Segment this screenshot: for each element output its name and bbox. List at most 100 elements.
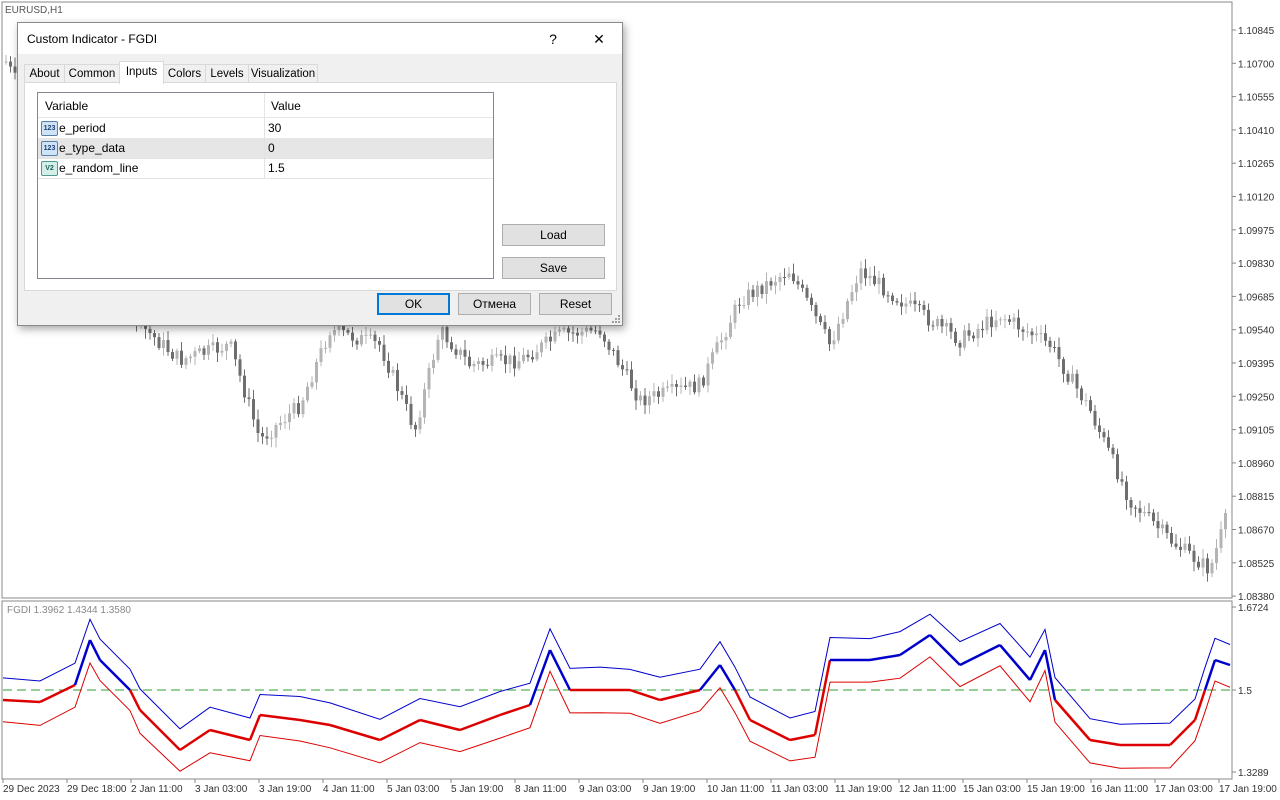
tab-inputs[interactable]: Inputs bbox=[119, 61, 164, 84]
candle-body bbox=[387, 360, 390, 373]
price-label: 1.09105 bbox=[1238, 426, 1275, 437]
candle-body bbox=[504, 355, 507, 365]
table-row[interactable]: 123 e_period 30 bbox=[38, 118, 493, 139]
candle-body bbox=[220, 350, 224, 353]
candle-body bbox=[1053, 346, 1056, 348]
price-label: 1.10265 bbox=[1238, 159, 1275, 170]
candle-body bbox=[558, 329, 561, 332]
candle-body bbox=[1134, 507, 1137, 509]
price-label: 1.08670 bbox=[1238, 526, 1275, 537]
candle-body bbox=[1206, 558, 1209, 574]
candle-body bbox=[337, 326, 341, 331]
candle-body bbox=[774, 281, 777, 286]
candle-body bbox=[441, 327, 444, 340]
candle-body bbox=[990, 316, 993, 328]
candle-body bbox=[1210, 562, 1214, 574]
candle-body bbox=[157, 337, 161, 348]
candle-body bbox=[670, 384, 674, 387]
tab-visualization[interactable]: Visualization bbox=[248, 64, 318, 83]
tab-levels[interactable]: Levels bbox=[205, 64, 249, 83]
candle-body bbox=[873, 275, 876, 285]
variable-value[interactable]: 1.5 bbox=[268, 161, 285, 175]
help-button[interactable]: ? bbox=[534, 27, 572, 51]
cancel-button[interactable]: Отмена bbox=[458, 293, 531, 315]
candle-body bbox=[742, 305, 746, 307]
candle-body bbox=[234, 341, 237, 360]
candle-body bbox=[1021, 329, 1025, 332]
candle-body bbox=[544, 336, 548, 343]
ok-button[interactable]: OK bbox=[377, 293, 450, 315]
candle-body bbox=[1188, 543, 1191, 551]
candle-body bbox=[1224, 512, 1227, 530]
candle-body bbox=[1030, 331, 1034, 336]
tab-common[interactable]: Common bbox=[64, 64, 120, 83]
candle-body bbox=[315, 361, 318, 383]
tab-about[interactable]: About bbox=[24, 64, 65, 83]
candle-body bbox=[891, 295, 894, 302]
candle-body bbox=[855, 283, 858, 293]
candle-body bbox=[949, 323, 953, 332]
candle-body bbox=[391, 369, 395, 373]
candle-body bbox=[594, 330, 597, 332]
candle-body bbox=[265, 436, 269, 439]
candle-body bbox=[702, 377, 705, 386]
candle-body bbox=[261, 433, 264, 437]
candle-body bbox=[931, 325, 935, 327]
candle-body bbox=[522, 354, 525, 362]
candle-body bbox=[828, 329, 831, 345]
candle-body bbox=[976, 328, 980, 339]
candle-body bbox=[580, 331, 584, 336]
table-row[interactable]: V2 e_random_line 1.5 bbox=[38, 158, 493, 179]
time-label: 5 Jan 03:00 bbox=[387, 784, 440, 795]
dialog-titlebar[interactable]: Custom Indicator - FGDI ? ✕ bbox=[18, 23, 622, 54]
candle-body bbox=[162, 340, 165, 348]
tab-colors[interactable]: Colors bbox=[163, 64, 206, 83]
candle-body bbox=[648, 396, 651, 406]
candle-body bbox=[292, 403, 296, 414]
candle-body bbox=[787, 273, 791, 278]
candle-body bbox=[958, 342, 962, 348]
resize-grip-icon[interactable] bbox=[611, 314, 621, 324]
candle-body bbox=[319, 348, 323, 362]
candle-body bbox=[769, 281, 773, 286]
candle-body bbox=[270, 437, 273, 439]
candle-body bbox=[778, 276, 782, 282]
candle-body bbox=[679, 385, 683, 387]
price-label: 1.10700 bbox=[1238, 59, 1275, 70]
column-value[interactable]: Value bbox=[271, 99, 301, 113]
price-scale: 1.10845 1.10700 1.10555 1.10410 1.10265 1.101… bbox=[1232, 26, 1275, 603]
variable-value[interactable]: 30 bbox=[268, 121, 281, 135]
candle-body bbox=[252, 399, 255, 420]
candle-body bbox=[801, 284, 804, 288]
table-row[interactable]: 123 e_type_data 0 bbox=[38, 138, 493, 159]
candle-body bbox=[972, 335, 975, 339]
candle-body bbox=[378, 341, 381, 345]
close-icon[interactable]: ✕ bbox=[580, 27, 618, 51]
time-label: 3 Jan 19:00 bbox=[259, 784, 312, 795]
candle-body bbox=[756, 285, 759, 297]
time-label: 9 Jan 19:00 bbox=[643, 784, 696, 795]
candle-body bbox=[1044, 333, 1047, 341]
candle-body bbox=[985, 316, 989, 331]
candle-body bbox=[4, 61, 8, 63]
candle-body bbox=[715, 342, 719, 353]
candle-body bbox=[1062, 359, 1065, 374]
candle-body bbox=[886, 295, 890, 297]
chart-symbol-label: EURUSD,H1 bbox=[5, 5, 63, 16]
grid-header: Variable Value bbox=[38, 93, 493, 118]
variable-value[interactable]: 0 bbox=[268, 141, 275, 155]
load-button[interactable]: Load bbox=[502, 224, 605, 246]
column-variable[interactable]: Variable bbox=[45, 99, 88, 113]
save-button[interactable]: Save bbox=[502, 257, 605, 279]
candle-body bbox=[927, 309, 930, 326]
time-label: 5 Jan 19:00 bbox=[451, 784, 504, 795]
candle-body bbox=[535, 352, 539, 360]
price-label: 1.09975 bbox=[1238, 226, 1275, 237]
candle-body bbox=[283, 422, 287, 424]
reset-button[interactable]: Reset bbox=[539, 293, 612, 315]
price-label: 1.10410 bbox=[1238, 126, 1275, 137]
candle-body bbox=[1152, 512, 1155, 522]
candle-body bbox=[922, 305, 926, 310]
candle-body bbox=[189, 356, 192, 359]
candle-body bbox=[153, 333, 156, 338]
